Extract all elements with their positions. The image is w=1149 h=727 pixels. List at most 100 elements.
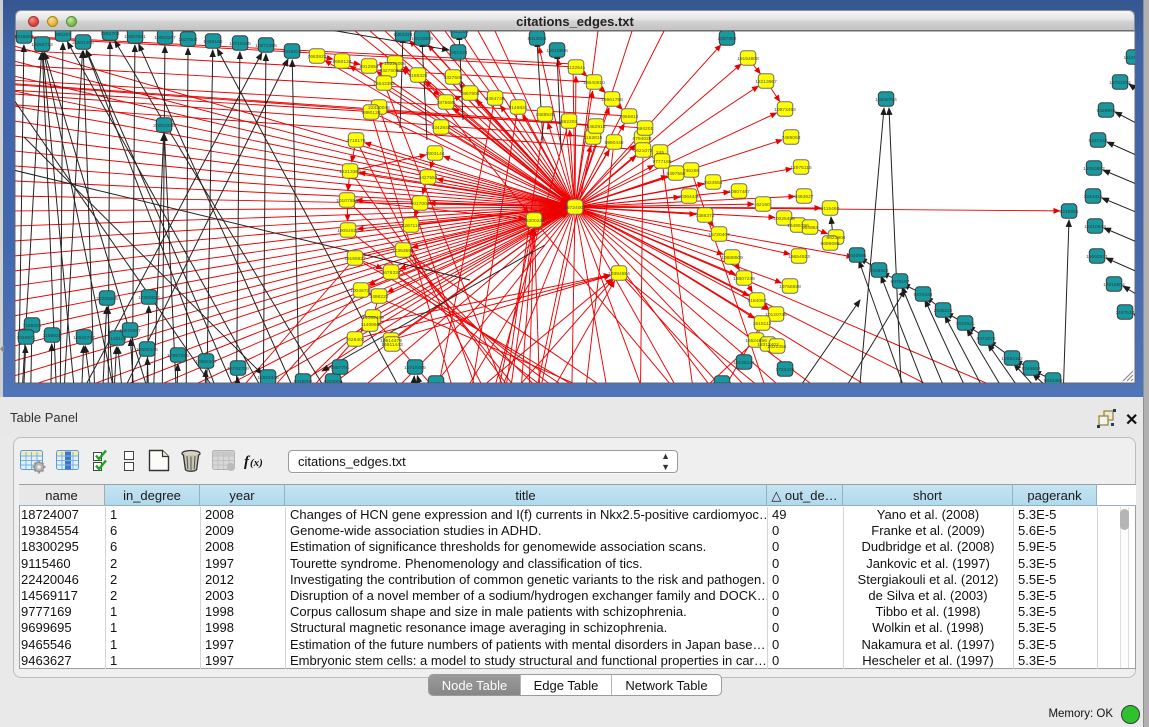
svg-text:16648784: 16648784 <box>875 97 897 103</box>
svg-text:19756928: 19756928 <box>779 284 801 290</box>
svg-text:964984: 964984 <box>802 225 819 231</box>
svg-text:8186328: 8186328 <box>408 73 427 79</box>
svg-text:15136141: 15136141 <box>733 360 755 366</box>
svg-text:8215955: 8215955 <box>1059 209 1078 215</box>
svg-text:62160: 62160 <box>756 202 770 208</box>
svg-text:9621904: 9621904 <box>826 235 845 241</box>
svg-text:884201: 884201 <box>637 126 654 132</box>
svg-text:995207: 995207 <box>55 32 72 38</box>
svg-text:1588520: 1588520 <box>535 112 554 118</box>
svg-text:8678334: 8678334 <box>381 270 400 276</box>
svg-text:1482915: 1482915 <box>586 124 605 130</box>
svg-text:12942737: 12942737 <box>73 335 95 341</box>
svg-text:8912954: 8912954 <box>359 64 378 70</box>
svg-text:7515526: 7515526 <box>282 49 301 55</box>
svg-text:9245652: 9245652 <box>1021 366 1040 372</box>
svg-text:16210643: 16210643 <box>1084 224 1106 230</box>
svg-text:6466160: 6466160 <box>203 39 222 45</box>
svg-text:7857224: 7857224 <box>448 50 467 56</box>
svg-text:19166827: 19166827 <box>344 256 366 262</box>
svg-text:7632621: 7632621 <box>955 321 974 327</box>
svg-text:11353594: 11353594 <box>392 248 414 254</box>
svg-text:12213369: 12213369 <box>339 169 361 175</box>
svg-text:9862324: 9862324 <box>393 32 412 38</box>
svg-text:14099489: 14099489 <box>362 315 384 321</box>
svg-text:9146821: 9146821 <box>508 105 527 111</box>
svg-text:15226058: 15226058 <box>384 61 406 67</box>
svg-text:8660124: 8660124 <box>332 59 351 65</box>
svg-text:10807487: 10807487 <box>728 189 750 195</box>
svg-text:9777169: 9777169 <box>652 159 671 165</box>
svg-text:1145194: 1145194 <box>108 336 127 342</box>
svg-text:245: 245 <box>656 150 664 156</box>
svg-text:2522354: 2522354 <box>767 344 786 350</box>
svg-text:19384554: 19384554 <box>608 271 630 277</box>
svg-text:20053346: 20053346 <box>153 123 175 129</box>
svg-text:9327508: 9327508 <box>443 75 462 81</box>
svg-text:9213840: 9213840 <box>426 381 445 387</box>
svg-text:9474444: 9474444 <box>913 292 932 298</box>
svg-text:7625402: 7625402 <box>345 337 364 343</box>
svg-text:10671355: 10671355 <box>255 43 277 49</box>
svg-text:2935114: 2935114 <box>934 308 953 314</box>
svg-text:1167533: 1167533 <box>1116 310 1135 316</box>
svg-text:1162815: 1162815 <box>584 135 603 141</box>
svg-text:8204001: 8204001 <box>323 379 342 385</box>
svg-text:11923446: 11923446 <box>257 375 279 381</box>
svg-text:9327506: 9327506 <box>379 68 398 74</box>
svg-text:11667591: 11667591 <box>124 34 146 40</box>
svg-text:10654112: 10654112 <box>1001 356 1023 362</box>
svg-text:12975115: 12975115 <box>790 165 812 171</box>
svg-text:10688609: 10688609 <box>721 255 743 261</box>
svg-text:15720407: 15720407 <box>708 232 730 238</box>
svg-text:10107554: 10107554 <box>336 198 358 204</box>
svg-text:(x): (x) <box>250 457 263 469</box>
svg-text:1156829: 1156829 <box>43 333 62 339</box>
svg-text:10975887: 10975887 <box>119 328 141 334</box>
svg-text:9242848: 9242848 <box>431 125 450 131</box>
svg-text:3875685: 3875685 <box>436 100 455 106</box>
svg-text:19218506: 19218506 <box>546 48 568 54</box>
svg-text:1561703: 1561703 <box>100 31 119 37</box>
svg-text:7485063: 7485063 <box>781 135 800 141</box>
svg-text:16961758: 16961758 <box>601 97 623 103</box>
svg-text:10046726: 10046726 <box>350 288 372 294</box>
svg-text:7663822: 7663822 <box>307 54 326 60</box>
svg-text:16154808: 16154808 <box>737 56 759 62</box>
svg-text:6794028: 6794028 <box>632 136 651 142</box>
svg-text:5938923: 5938923 <box>869 268 888 274</box>
svg-text:1244415: 1244415 <box>1083 194 1102 200</box>
svg-text:8471676: 8471676 <box>976 336 995 342</box>
svg-text:18807249: 18807249 <box>733 276 755 282</box>
svg-text:10120746: 10120746 <box>765 312 787 318</box>
svg-text:9227342: 9227342 <box>1088 138 1107 144</box>
svg-text:16782759: 16782759 <box>227 366 249 372</box>
svg-text:9184067: 9184067 <box>747 298 766 304</box>
svg-text:2087682: 2087682 <box>717 36 736 42</box>
svg-text:14055713: 14055713 <box>31 42 53 48</box>
svg-text:7955812: 7955812 <box>619 114 638 120</box>
svg-text:20364436: 20364436 <box>678 194 700 200</box>
svg-text:6497568: 6497568 <box>666 171 685 177</box>
svg-text:9415002: 9415002 <box>293 379 312 385</box>
svg-text:16033809: 16033809 <box>411 36 433 42</box>
svg-text:17016504: 17016504 <box>1103 282 1125 288</box>
svg-text:2803144: 2803144 <box>425 151 444 157</box>
svg-text:8267110: 8267110 <box>402 223 421 229</box>
svg-text:9017004: 9017004 <box>410 201 429 207</box>
svg-text:7185061: 7185061 <box>22 323 41 329</box>
svg-text:16911443: 16911443 <box>381 342 403 348</box>
svg-text:10719185: 10719185 <box>229 41 251 47</box>
svg-text:1140993: 1140993 <box>361 322 380 328</box>
svg-text:7386372: 7386372 <box>695 213 714 219</box>
svg-text:1132541: 1132541 <box>567 65 586 71</box>
svg-text:6879197: 6879197 <box>890 279 909 285</box>
svg-text:15300235: 15300235 <box>523 218 545 224</box>
svg-text:10958107: 10958107 <box>195 359 217 365</box>
svg-text:8813054: 8813054 <box>527 36 546 42</box>
svg-text:2718176: 2718176 <box>346 138 365 144</box>
svg-text:3498222: 3498222 <box>369 294 388 300</box>
svg-text:8915683: 8915683 <box>14 34 33 40</box>
svg-text:1621072: 1621072 <box>633 148 652 154</box>
svg-text:582203: 582203 <box>561 119 578 125</box>
